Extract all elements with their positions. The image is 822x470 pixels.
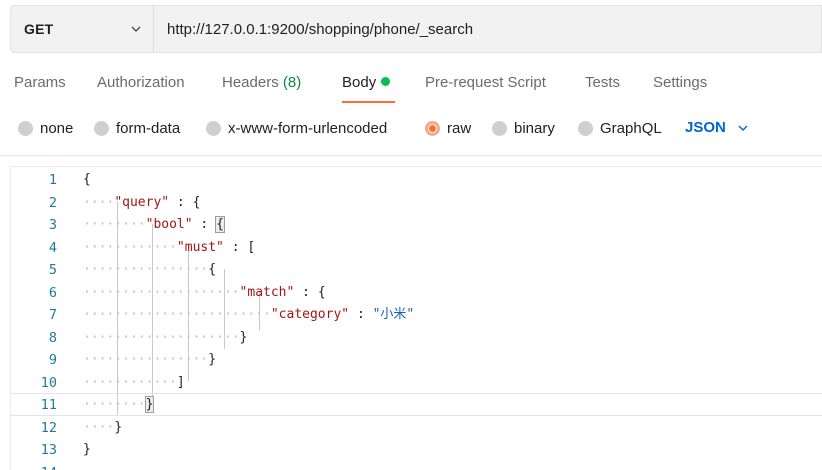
line-number: 12 [40,419,57,436]
format-label: JSON [685,119,726,136]
tab-pre-request-script[interactable]: Pre-request Script [425,74,546,91]
radio-raw[interactable]: raw [425,120,471,137]
line-number: 13 [40,442,57,458]
request-tabs: Params Authorization Headers (8) Body Pr… [0,70,822,104]
code-line: 14 [11,462,822,470]
radio-label: raw [447,120,472,137]
code-line: 10 ············] [11,372,822,395]
code-text: ········} [83,396,155,413]
tab-tests[interactable]: Tests [585,74,620,91]
radio-circle-icon [94,121,109,136]
line-number: 4 [48,239,57,256]
line-number: 8 [48,329,57,346]
code-line: 4 ············"must" : [ [11,237,822,260]
line-number: 11 [40,397,57,413]
radio-label: form-data [116,120,181,137]
tab-body-label: Body [342,74,377,91]
radio-circle-icon [206,121,221,136]
code-line: 1 { [11,169,822,192]
line-number: 10 [40,374,57,391]
code-line: 9 ················} [11,349,822,372]
url-input[interactable]: http://127.0.0.1:9200/shopping/phone/_se… [153,5,822,53]
code-text: ························"category" : "小米… [83,307,415,322]
divider [0,155,822,156]
code-line: 8 ····················} [11,327,822,350]
code-text: ················{ [83,262,217,277]
tab-authorization[interactable]: Authorization [97,74,185,91]
radio-label: x-www-form-urlencoded [228,120,388,137]
code-text: } [83,442,91,457]
radio-form-data[interactable]: form-data [94,120,180,137]
line-number: 5 [48,262,57,278]
radio-circle-icon [492,121,507,136]
code-editor[interactable]: 1 { 2 ····"query" : { 3 ········"bool" :… [10,166,822,470]
method-label: GET [24,21,54,37]
chevron-down-icon [131,26,141,32]
active-dot-icon [381,77,391,86]
radio-selected-icon [425,121,440,136]
radio-none[interactable]: none [18,120,73,137]
line-number: 9 [48,352,57,368]
code-line: 13 } [11,439,822,462]
code-text: ············"must" : [ [83,239,256,255]
tab-params[interactable]: Params [14,74,66,91]
code-text: ····"query" : { [83,194,201,210]
code-text: { [83,172,91,187]
radio-label: none [40,120,74,137]
tab-headers[interactable]: Headers (8) [222,74,301,91]
line-number: 6 [48,284,57,301]
radio-circle-icon [18,121,33,136]
code-line: 3 ········"bool" : { [11,214,822,237]
line-number: 7 [48,307,57,323]
radio-label: GraphQL [600,120,662,137]
code-text: ····} [83,419,123,435]
radio-x-www-form-urlencoded[interactable]: x-www-form-urlencoded [206,120,387,137]
line-number: 14 [11,462,57,470]
code-line: 5 ················{ [11,259,822,282]
code-line: 12 ····} [11,417,822,440]
radio-graphql[interactable]: GraphQL [578,120,662,137]
radio-label: binary [514,120,555,137]
code-text: ········"bool" : { [83,216,225,233]
radio-circle-icon [578,121,593,136]
code-line: 6 ····················"match" : { [11,282,822,305]
line-number: 2 [48,194,57,211]
line-number: 1 [48,172,57,188]
matched-bracket: { [215,216,225,233]
matched-bracket: } [144,396,155,413]
code-line: 7 ························"category" : "… [11,304,822,327]
radio-binary[interactable]: binary [492,120,555,137]
code-text: ················} [83,352,217,367]
code-text: ············] [83,374,185,390]
request-bar: GET http://127.0.0.1:9200/shopping/phone… [10,5,822,53]
code-line-current: 11 ········} [11,393,822,416]
tab-body[interactable]: Body [342,74,391,91]
active-tab-underline [342,101,395,103]
headers-count: (8) [282,74,302,91]
code-text: ····················"match" : { [83,284,326,300]
code-line: 2 ····"query" : { [11,192,822,215]
tab-headers-label: Headers [222,74,279,91]
format-select[interactable]: JSON [685,119,748,136]
line-number: 3 [48,217,57,233]
chevron-down-icon [738,125,748,131]
tab-settings[interactable]: Settings [653,74,707,91]
method-select[interactable]: GET [10,5,153,53]
code-text: ····················} [83,329,248,345]
